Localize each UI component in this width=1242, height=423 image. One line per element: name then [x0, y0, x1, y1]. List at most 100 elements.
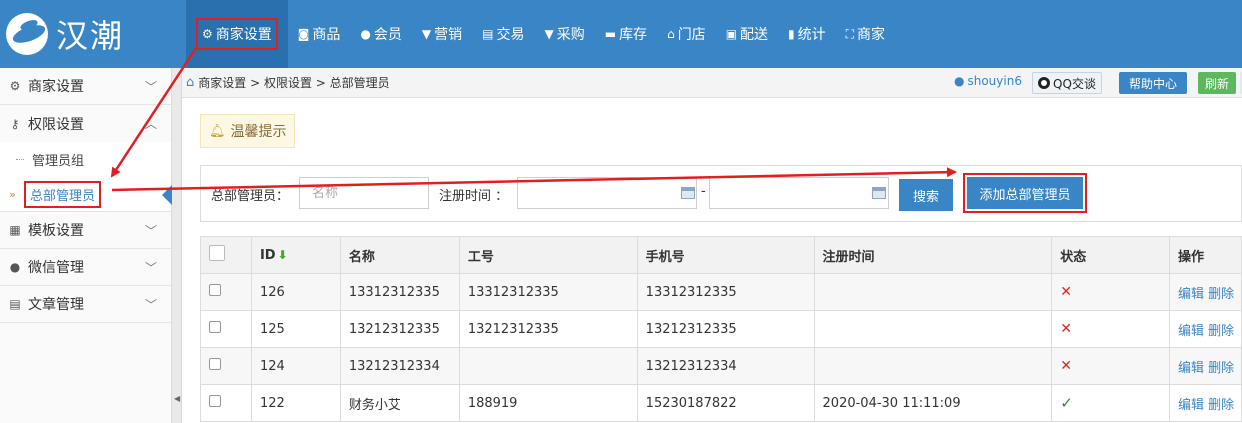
sidebar-item-hq-admins[interactable]: » 总部管理员	[0, 177, 172, 212]
nav-item-purchase[interactable]: ▼ 采购	[534, 0, 594, 68]
admin-table: ID ⬇ 名称 工号 手机号 注册时间 状态 操作 126 13312312335…	[200, 236, 1242, 422]
search-button[interactable]: 搜索	[899, 179, 953, 211]
nav-item-delivery[interactable]: ▣ 配送	[716, 0, 778, 68]
tip-banner[interactable]: 🔔︎ 温馨提示	[200, 114, 295, 148]
reg-time-end-input[interactable]	[709, 177, 889, 209]
col-actions: 操作	[1169, 236, 1242, 274]
qq-chat-button[interactable]: QQ交谈	[1032, 72, 1102, 94]
sidebar-group-wechat[interactable]: ● 微信管理 ﹀	[0, 249, 171, 286]
select-all-cell	[200, 236, 252, 274]
cell-name: 13312312335	[339, 273, 460, 311]
col-id[interactable]: ID ⬇	[250, 236, 341, 274]
nav-item-label: 交易	[496, 27, 525, 43]
cell-reg-time	[813, 347, 1053, 385]
row-checkbox[interactable]	[209, 395, 221, 407]
edit-link[interactable]: 编辑	[1178, 287, 1204, 302]
sort-desc-icon[interactable]: ⬇	[278, 248, 288, 262]
nav-item-label: 门店	[677, 27, 706, 43]
home-icon: ⌂	[667, 27, 675, 41]
reg-time-start-input[interactable]	[517, 177, 697, 209]
nav-item-label: 商家	[857, 27, 886, 43]
cell-id: 122	[250, 384, 341, 422]
nav-item-marketing[interactable]: ▼ 营销	[412, 0, 472, 68]
cell-id: 126	[250, 273, 341, 311]
status-enabled-icon[interactable]: ✓	[1060, 394, 1073, 412]
sidebar-group-label: 权限设置	[28, 116, 84, 133]
nav-item-products[interactable]: ◙ 商品	[288, 0, 351, 68]
col-job-no: 工号	[458, 236, 638, 274]
status-disabled-icon[interactable]: ✕	[1060, 284, 1072, 300]
sidebar-group-merchant-settings[interactable]: ⚙ 商家设置 ﹀	[0, 68, 171, 105]
cell-status: ✕	[1051, 273, 1171, 311]
delete-link[interactable]: 删除	[1208, 287, 1234, 302]
col-status: 状态	[1051, 236, 1171, 274]
select-all-checkbox[interactable]	[209, 245, 225, 261]
refresh-button[interactable]: 刷新	[1198, 72, 1236, 94]
delete-link[interactable]: 删除	[1208, 361, 1234, 376]
collapse-arrow-icon: ◀	[174, 394, 181, 403]
breadcrumb: ⌂ 商家设置 > 权限设置 > 总部管理员	[186, 74, 390, 91]
help-center-button[interactable]: 帮助中心	[1119, 72, 1187, 94]
truck-icon: ▣	[725, 27, 738, 41]
nav-item-label: 配送	[740, 27, 769, 43]
sidebar-group-label: 模板设置	[28, 223, 84, 239]
status-disabled-icon[interactable]: ✕	[1060, 358, 1072, 374]
nav-item-label: 会员	[373, 27, 402, 43]
nav-item-merchant-settings[interactable]: ⚙ 商家设置	[186, 0, 288, 68]
cell-status: ✕	[1051, 310, 1171, 348]
cell-status: ✓	[1051, 384, 1171, 422]
cell-reg-time: 2020-04-30 11:11:09	[813, 384, 1053, 422]
row-checkbox[interactable]	[209, 284, 221, 296]
breadcrumb-text: 商家设置 > 权限设置 > 总部管理员	[198, 76, 390, 90]
edit-link[interactable]: 编辑	[1178, 398, 1204, 413]
nav-item-label: 采购	[556, 27, 585, 43]
nav-item-inventory[interactable]: ▬ 库存	[595, 0, 657, 68]
nav-item-trade[interactable]: ▤ 交易	[472, 0, 534, 68]
logo[interactable]: 汉潮	[6, 12, 176, 56]
sidebar-group-templates[interactable]: ▦ 模板设置 ﹀	[0, 212, 171, 249]
table-header-row: ID ⬇ 名称 工号 手机号 注册时间 状态 操作	[200, 236, 1242, 274]
calendar-icon[interactable]	[681, 187, 695, 199]
nav-item-statistics[interactable]: ▮ 统计	[778, 0, 836, 68]
username: shouyin6	[967, 74, 1022, 88]
cell-job-no: 13312312335	[458, 273, 638, 311]
status-disabled-icon[interactable]: ✕	[1060, 321, 1072, 337]
nav-item-members[interactable]: ● 会员	[350, 0, 411, 68]
sidebar-collapse-handle[interactable]: ◀	[172, 68, 182, 423]
nav-item-label: 商家设置	[215, 27, 272, 43]
row-select-cell	[200, 310, 252, 348]
sidebar-group-articles[interactable]: ▤ 文章管理 ﹀	[0, 286, 171, 323]
row-checkbox[interactable]	[209, 321, 221, 333]
edit-link[interactable]: 编辑	[1178, 361, 1204, 376]
breadcrumb-bar: ⌂ 商家设置 > 权限设置 > 总部管理员 ● shouyin6 QQ交谈 帮助…	[182, 68, 1242, 98]
article-icon: ▤	[9, 297, 21, 311]
row-checkbox[interactable]	[209, 358, 221, 370]
qq-chat-label: QQ交谈	[1053, 76, 1096, 91]
cell-actions: 编辑 删除	[1169, 273, 1242, 311]
calendar-icon[interactable]	[872, 187, 886, 199]
sidebar-group-label: 商家设置	[28, 79, 84, 95]
cell-phone: 13212312335	[636, 310, 815, 348]
cell-reg-time	[813, 273, 1053, 311]
nav-item-label: 统计	[797, 27, 826, 43]
cell-phone: 13312312335	[636, 273, 815, 311]
nav-item-stores[interactable]: ⌂ 门店	[657, 0, 716, 68]
edit-link[interactable]: 编辑	[1178, 324, 1204, 339]
home-icon[interactable]: ⌂	[186, 75, 194, 90]
delete-link[interactable]: 删除	[1208, 398, 1234, 413]
nav-item-merchant[interactable]: ⛶ 商家	[836, 0, 895, 68]
name-search-input[interactable]	[299, 177, 429, 209]
add-hq-admin-button[interactable]: 添加总部管理员	[967, 177, 1083, 209]
sidebar-item-admin-groups[interactable]: 管理员组	[0, 142, 171, 177]
sidebar-item-label: 总部管理员	[24, 180, 102, 208]
col-label: ID	[259, 247, 276, 263]
cell-phone: 13212312334	[636, 347, 815, 385]
col-name: 名称	[339, 236, 460, 274]
gear-icon: ⚙	[9, 79, 21, 93]
delete-link[interactable]: 删除	[1208, 324, 1234, 339]
current-user[interactable]: ● shouyin6	[954, 74, 1022, 88]
cell-actions: 编辑 删除	[1169, 384, 1242, 422]
cell-id: 125	[250, 310, 341, 348]
sidebar: ⚙ 商家设置 ﹀ ⚷ 权限设置 ︿ 管理员组 » 总部管理员 ▦ 模板设置 ﹀ …	[0, 68, 172, 423]
sidebar-group-permissions[interactable]: ⚷ 权限设置 ︿	[0, 105, 171, 142]
